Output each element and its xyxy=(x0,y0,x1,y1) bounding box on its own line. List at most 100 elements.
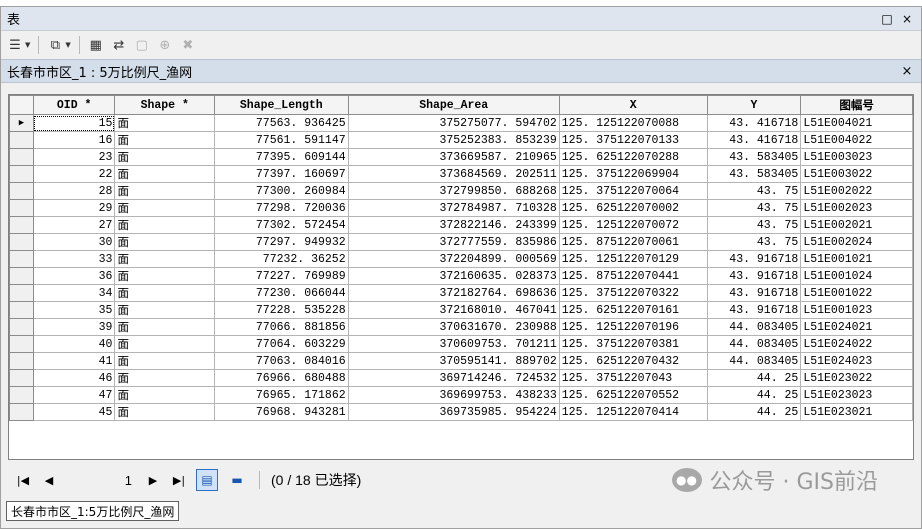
cell-y[interactable]: 43. 75 xyxy=(706,216,802,234)
table-row[interactable]: 39 面 77066. 881856 370631670. 230988 125. 12… xyxy=(9,318,913,336)
show-all-records-icon[interactable]: ▤ xyxy=(196,469,218,491)
cell-shape[interactable]: 面 xyxy=(114,250,215,268)
row-selector[interactable] xyxy=(9,335,34,353)
cell-oid[interactable]: 29 xyxy=(32,199,116,217)
row-selector[interactable] xyxy=(9,250,34,268)
cell-oid[interactable]: 27 xyxy=(32,216,116,234)
last-record-icon[interactable]: ▶| xyxy=(170,474,188,487)
cell-sheet-number[interactable]: L51E023023 xyxy=(800,386,913,404)
cell-x[interactable]: 125. 125122070072 xyxy=(558,216,708,234)
cell-x[interactable]: 125. 625122070002 xyxy=(558,199,708,217)
clear-selection-icon[interactable]: ▢ xyxy=(132,35,152,55)
cell-sheet-number[interactable]: L51E002023 xyxy=(800,199,913,217)
cell-sheet-number[interactable]: L51E003022 xyxy=(800,165,913,183)
row-selector[interactable] xyxy=(9,386,34,404)
cell-x[interactable]: 125. 625122070432 xyxy=(558,352,708,370)
cell-sheet-number[interactable]: L51E024021 xyxy=(800,318,913,336)
table-row[interactable]: 30 面 77297. 949932 372777559. 835986 125. 87… xyxy=(9,233,913,251)
cell-shape-length[interactable]: 77563. 936425 xyxy=(214,114,349,132)
cell-sheet-number[interactable]: L51E001024 xyxy=(800,267,913,285)
cell-shape-area[interactable]: 370631670. 230988 xyxy=(347,318,560,336)
cell-oid[interactable]: 28 xyxy=(32,182,116,200)
cell-shape-area[interactable]: 372784987. 710328 xyxy=(347,199,560,217)
cell-shape-length[interactable]: 77064. 603229 xyxy=(214,335,349,353)
cell-sheet-number[interactable]: L51E001022 xyxy=(800,284,913,302)
cell-sheet-number[interactable]: L51E002022 xyxy=(800,182,913,200)
cell-shape-area[interactable]: 370609753. 701211 xyxy=(347,335,560,353)
delete-selected-icon[interactable]: ✖ xyxy=(178,35,198,55)
cell-y[interactable]: 43. 916718 xyxy=(706,267,802,285)
cell-shape-area[interactable]: 372204899. 000569 xyxy=(347,250,560,268)
cell-shape-area[interactable]: 372799850. 688268 xyxy=(347,182,560,200)
first-record-icon[interactable]: |◀ xyxy=(14,474,32,487)
row-selector[interactable] xyxy=(9,148,34,166)
previous-record-icon[interactable]: ◀ xyxy=(40,474,58,487)
row-selector[interactable] xyxy=(9,352,34,370)
cell-shape-length[interactable]: 77397. 160697 xyxy=(214,165,349,183)
cell-shape[interactable]: 面 xyxy=(114,369,215,387)
cell-shape-area[interactable]: 373669587. 210965 xyxy=(347,148,560,166)
cell-shape[interactable]: 面 xyxy=(114,352,215,370)
column-header-shape[interactable]: Shape * xyxy=(114,95,215,115)
cell-x[interactable]: 125. 875122070061 xyxy=(558,233,708,251)
table-row[interactable]: 46 面 76966. 680488 369714246. 724532 125. 37… xyxy=(9,369,913,387)
cell-oid[interactable]: 15 xyxy=(32,114,116,132)
cell-sheet-number[interactable]: L51E001023 xyxy=(800,301,913,319)
cell-sheet-number[interactable]: L51E023021 xyxy=(800,403,913,421)
table-row[interactable]: 23 面 77395. 609144 373669587. 210965 125. 62… xyxy=(9,148,913,166)
select-by-attributes-icon[interactable]: ▦ xyxy=(86,35,106,55)
cell-shape-length[interactable]: 77300. 260984 xyxy=(214,182,349,200)
cell-shape-length[interactable]: 77232. 36252 xyxy=(214,250,349,268)
cell-sheet-number[interactable]: L51E002021 xyxy=(800,216,913,234)
cell-oid[interactable]: 33 xyxy=(32,250,116,268)
cell-shape[interactable]: 面 xyxy=(114,131,215,149)
cell-shape-length[interactable]: 76966. 680488 xyxy=(214,369,349,387)
row-selector[interactable] xyxy=(9,301,34,319)
row-selector[interactable] xyxy=(9,199,34,217)
restore-icon[interactable]: □ xyxy=(879,12,895,26)
bottom-table-tab[interactable]: 长春市市区_1:5万比例尺_渔网 xyxy=(6,501,180,521)
cell-y[interactable]: 43. 916718 xyxy=(706,301,802,319)
related-tables-icon[interactable]: ⧉ xyxy=(45,35,65,55)
column-header-x[interactable]: X xyxy=(558,95,708,115)
cell-shape[interactable]: 面 xyxy=(114,199,215,217)
switch-selection-icon[interactable]: ⇄ xyxy=(109,35,129,55)
cell-y[interactable]: 43. 416718 xyxy=(706,114,802,132)
cell-oid[interactable]: 36 xyxy=(32,267,116,285)
cell-shape-length[interactable]: 77066. 881856 xyxy=(214,318,349,336)
cell-x[interactable]: 125. 375122069904 xyxy=(558,165,708,183)
title-bar[interactable]: 表 □ × xyxy=(1,7,921,31)
cell-y[interactable]: 43. 916718 xyxy=(706,284,802,302)
cell-sheet-number[interactable]: L51E001021 xyxy=(800,250,913,268)
cell-shape-area[interactable]: 375275077. 594702 xyxy=(347,114,560,132)
cell-y[interactable]: 43. 583405 xyxy=(706,148,802,166)
column-header-shape-length[interactable]: Shape_Length xyxy=(214,95,349,115)
row-selector[interactable]: ▶ xyxy=(9,114,34,132)
cell-shape-length[interactable]: 77063. 084016 xyxy=(214,352,349,370)
cell-y[interactable]: 43. 416718 xyxy=(706,131,802,149)
cell-shape-area[interactable]: 372777559. 835986 xyxy=(347,233,560,251)
cell-shape-length[interactable]: 76968. 943281 xyxy=(214,403,349,421)
zoom-to-selected-icon[interactable]: ⊕ xyxy=(155,35,175,55)
cell-shape-length[interactable]: 77228. 535228 xyxy=(214,301,349,319)
cell-x[interactable]: 125. 125122070129 xyxy=(558,250,708,268)
cell-oid[interactable]: 23 xyxy=(32,148,116,166)
cell-sheet-number[interactable]: L51E002024 xyxy=(800,233,913,251)
cell-x[interactable]: 125. 375122070381 xyxy=(558,335,708,353)
cell-y[interactable]: 44. 25 xyxy=(706,386,802,404)
cell-x[interactable]: 125. 125122070088 xyxy=(558,114,708,132)
cell-shape[interactable]: 面 xyxy=(114,301,215,319)
related-tables-dropdown-icon[interactable]: ▼ xyxy=(65,41,70,49)
cell-shape[interactable]: 面 xyxy=(114,114,215,132)
cell-y[interactable]: 44. 25 xyxy=(706,369,802,387)
table-options-icon[interactable]: ☰ xyxy=(5,35,25,55)
next-record-icon[interactable]: ▶ xyxy=(144,474,162,487)
cell-shape[interactable]: 面 xyxy=(114,267,215,285)
table-row[interactable]: 16 面 77561. 591147 375252383. 853239 125. 37… xyxy=(9,131,913,149)
table-row[interactable]: 41 面 77063. 084016 370595141. 889702 125. 62… xyxy=(9,352,913,370)
cell-shape-length[interactable]: 77230. 066044 xyxy=(214,284,349,302)
table-row[interactable]: 35 面 77228. 535228 372168010. 467041 125. 62… xyxy=(9,301,913,319)
attribute-table[interactable]: OID * Shape * Shape_Length Shape_Area X … xyxy=(8,94,914,460)
cell-shape-area[interactable]: 369714246. 724532 xyxy=(347,369,560,387)
cell-shape-length[interactable]: 76965. 171862 xyxy=(214,386,349,404)
